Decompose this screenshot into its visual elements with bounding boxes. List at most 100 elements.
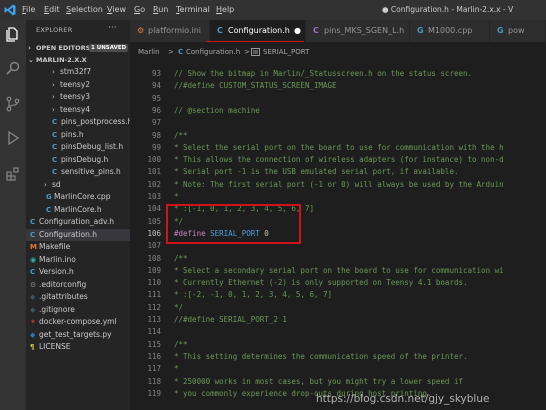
tree-item-stm32f7[interactable]: › stm32f7 [26,66,130,78]
symbol-constant-icon [251,48,260,56]
menu-run[interactable]: Run [153,4,168,16]
tree-item-label: Configuration.h [39,229,98,239]
chevron-right-icon: › [28,44,31,52]
tree-item-gitattributes[interactable]: ◆ .gitattributes [26,291,130,303]
code-line[interactable]: 118 * 250000 works in most cases, but yo… [130,376,546,388]
code-line[interactable]: 110 * Currently Ethernet (-2) is only su… [130,277,546,289]
open-editors-section[interactable]: › OPEN EDITORS 1 UNSAVED [26,42,130,54]
tree-item-license[interactable]: ¶ LICENSE [26,341,130,353]
chevron-right-icon: › [52,93,55,101]
tree-item-gitignore[interactable]: ◆ .gitignore [26,304,130,316]
tree-item-teensy3[interactable]: › teensy3 [26,91,130,103]
code-line[interactable]: 93 // Show the bitmap in Marlin/_Statussc… [130,68,546,80]
line-text: * This allows the connection of wireless… [174,155,504,165]
cpp-file-icon: G [46,193,52,201]
line-number: 98 [151,130,161,140]
tree-item-marlin-ino[interactable]: ◉ Marlin.ino [26,254,130,266]
line-number: 112 [147,302,161,312]
code-line[interactable]: 114 [130,326,546,338]
menu-help[interactable]: Help [216,4,234,16]
tree-item-sd[interactable]: › sd [26,179,130,191]
title-bar: File Edit Selection View Go Run Terminal… [0,0,546,20]
line-number: 115 [147,339,161,349]
makefile-icon: M [30,243,37,251]
menu-go-label: o [140,5,146,14]
code-line[interactable]: 108 /** [130,253,546,265]
tree-item-makefile[interactable]: M Makefile [26,241,130,253]
unsaved-dot-icon[interactable]: ● [294,25,301,37]
code-line[interactable]: 95 [130,93,546,105]
breadcrumb-file[interactable]: Configuration.h [186,42,240,62]
code-line[interactable]: 101 * Serial port -1 is the USB emulated… [130,166,546,178]
line-text: * Note: The first serial port (-1 or 0) … [174,179,504,189]
run-debug-icon[interactable] [5,130,21,146]
activity-bar [0,20,26,410]
code-line[interactable]: 109 * Select a secondary serial port on … [130,265,546,277]
code-line[interactable]: 94 //#define CUSTOM_STATUS_SCREEN_IMAGE [130,80,546,92]
breadcrumb-folder[interactable]: Marlin [138,42,160,62]
tree-item-editorconfig[interactable]: ⚙ .editorconfig [26,279,130,291]
search-icon[interactable] [5,60,21,76]
tree-item-version-h[interactable]: C Version.h [26,266,130,278]
code-line[interactable]: 100 * This allows the connection of wire… [130,154,546,166]
tab-configuration-h[interactable]: C Configuration.h ● [210,20,306,42]
code-line[interactable]: 113 //#define SERIAL_PORT_2 1 [130,314,546,326]
menu-go[interactable]: Go [134,4,145,16]
menu-terminal[interactable]: Terminal [176,4,210,16]
tree-item-pinsdebug-list-h[interactable]: CpinsDebug_list.h [26,141,130,153]
tree-item-get-test-targets-py[interactable]: ◆ get_test_targets.py [26,329,130,341]
tree-item-pins-postprocess-h[interactable]: Cpins_postprocess.h [26,116,130,128]
tree-item-marlincore-cpp[interactable]: G MarlinCore.cpp [26,191,130,203]
code-line[interactable]: 96 // @section machine [130,105,546,117]
tree-item-label: Configuration_adv.h [39,217,114,226]
tab-platformio-ini[interactable]: ⚙ platformio.ini [130,20,210,42]
open-editors-label: OPEN EDITORS [36,44,91,52]
menu-view[interactable]: View [107,4,126,16]
line-text: * This setting determines the communicat… [174,351,468,361]
source-control-icon[interactable] [5,96,21,112]
code-line[interactable]: 111 * :[-2, -1, 0, 1, 2, 3, 4, 5, 6, 7] [130,289,546,301]
tree-item-docker-compose-yml[interactable]: ✶ docker-compose.yml [26,316,130,328]
explorer-title: EXPLORER [36,26,73,34]
more-actions-icon[interactable]: ··· [108,23,117,33]
line-number: 101 [147,167,161,177]
arduino-file-icon: ◉ [30,255,37,264]
folder-section[interactable]: ⌄ MARLIN-2.X.X [26,54,130,66]
code-line[interactable]: 97 [130,117,546,129]
menu-selection[interactable]: Selection [66,4,103,16]
breadcrumb-symbol[interactable]: SERIAL_PORT [263,42,309,62]
tree-item-marlincore-h[interactable]: C MarlinCore.h [26,204,130,216]
c-file-icon: C [217,26,223,35]
tree-item-teensy4[interactable]: › teensy4 [26,104,130,116]
code-line[interactable]: 103 * [130,191,546,203]
docker-icon: ✶ [30,318,36,326]
tree-item-configuration-h[interactable]: C Configuration.h [26,228,130,241]
c-file-icon: C [30,218,36,226]
tab-pins-mks-sgen-l[interactable]: C pins_MKS_SGEN_L.h [306,20,410,42]
code-line[interactable]: 112 */ [130,302,546,314]
code-line[interactable]: 98 /** [130,130,546,142]
code-line[interactable]: 102 * Note: The first serial port (-1 or… [130,179,546,191]
menu-edit[interactable]: Edit [44,4,60,16]
extensions-icon[interactable] [5,166,21,182]
tree-item-configuration-adv-h[interactable]: C Configuration_adv.h [26,216,130,228]
line-text: * Select a secondary serial port on the … [174,265,504,275]
code-line[interactable]: 116 * This setting determines the commun… [130,351,546,363]
tree-item-teensy2[interactable]: › teensy2 [26,79,130,91]
code-line[interactable]: 99 * Select the serial port on the board… [130,142,546,154]
menu-view-label: iew [112,5,126,14]
breadcrumb-separator: > [244,48,250,56]
tab-label: M1000.cpp [428,26,473,35]
line-text: /** [174,339,188,349]
explorer-icon[interactable] [5,26,21,42]
tree-item-pinsdebug-h[interactable]: CpinsDebug.h [26,154,130,166]
code-line[interactable]: 115 /** [130,339,546,351]
menu-run-label: un [158,5,169,14]
tree-item-pins-h[interactable]: Cpins.h [26,129,130,141]
menu-file[interactable]: File [22,4,35,16]
tab-pow[interactable]: G pow [490,20,546,42]
code-line[interactable]: 117 * [130,363,546,375]
tree-item-label: stm32f7 [60,67,92,76]
tree-item-sensitive-pins-h[interactable]: Csensitive_pins.h [26,166,130,178]
tab-m1000-cpp[interactable]: G M1000.cpp [410,20,490,42]
